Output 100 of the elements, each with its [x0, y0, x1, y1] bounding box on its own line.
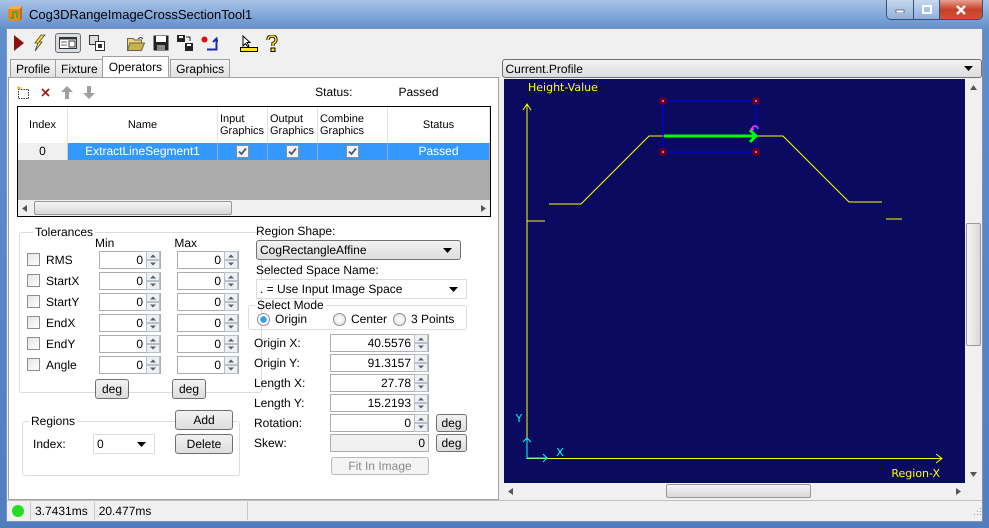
number-field[interactable]: 0	[177, 334, 239, 352]
checkbox[interactable]	[27, 337, 40, 350]
number-field[interactable]: 0	[99, 356, 161, 374]
table-row[interactable]: 0 ExtractLineSegment1 Passed	[18, 143, 490, 160]
spin-arrows-icon[interactable]	[414, 354, 428, 372]
checkbox[interactable]	[27, 295, 40, 308]
spin-arrows-icon[interactable]	[146, 334, 160, 352]
scrollbar-thumb[interactable]	[666, 484, 810, 498]
tab[interactable]: Operators	[102, 56, 170, 77]
checkbox[interactable]	[27, 274, 40, 287]
rotate-handle-icon[interactable]	[750, 125, 758, 131]
profile-display[interactable]: Height-Value Region-X X Y	[504, 79, 964, 483]
up-arrow-icon[interactable]	[970, 85, 976, 90]
spin-arrows-icon[interactable]	[414, 334, 428, 352]
number-field[interactable]: 27.78	[330, 374, 429, 392]
left-arrow-icon[interactable]	[22, 204, 27, 212]
number-field[interactable]: 15.2193	[330, 394, 429, 412]
origin-axes	[522, 437, 548, 462]
number-field[interactable]: 0	[177, 292, 239, 310]
checkbox[interactable]	[286, 145, 299, 158]
close-button[interactable]	[939, 0, 982, 19]
selection-rectangle[interactable]	[659, 98, 759, 156]
number-field[interactable]: 0	[177, 272, 239, 290]
dropdown[interactable]: . = Use Input Image Space	[256, 279, 467, 299]
number-field[interactable]: 0	[99, 272, 161, 290]
add-button[interactable]: Add	[175, 410, 233, 430]
spin-arrows-icon[interactable]	[224, 250, 238, 268]
spin-arrows-icon[interactable]	[146, 356, 160, 374]
unit-button[interactable]: deg	[95, 379, 129, 399]
minimize-button[interactable]	[887, 0, 913, 19]
scrollbar-thumb[interactable]	[966, 223, 980, 346]
index-dropdown[interactable]: 0	[93, 434, 155, 454]
field-label: Rotation:	[254, 416, 304, 430]
spin-arrows-icon[interactable]	[146, 292, 160, 310]
number-field[interactable]: 0	[99, 314, 161, 332]
field-label: Origin X:	[254, 336, 302, 350]
maximize-icon	[922, 5, 932, 14]
folder-icon[interactable]	[127, 36, 145, 50]
save-copy-icon[interactable]	[177, 35, 193, 51]
number-field[interactable]: 0	[99, 292, 161, 310]
vertical-scrollbar[interactable]	[964, 79, 982, 483]
checkbox[interactable]	[27, 358, 40, 371]
down-arrow-icon[interactable]	[970, 472, 976, 477]
number-field[interactable]: 0	[330, 414, 429, 432]
direction-arrow[interactable]	[662, 128, 758, 144]
number-field[interactable]: 0	[99, 334, 161, 352]
spin-arrows-icon[interactable]	[146, 272, 160, 290]
windows-icon[interactable]	[89, 35, 105, 51]
pointer-ruler-icon[interactable]	[240, 34, 258, 52]
spin-arrows-icon[interactable]	[224, 334, 238, 352]
spin-arrows-icon[interactable]	[224, 314, 238, 332]
lightning-icon[interactable]	[33, 34, 47, 52]
dropdown[interactable]: CogRectangleAffine	[256, 240, 461, 260]
delete-button[interactable]: Delete	[175, 434, 233, 454]
group-title: Tolerances	[34, 225, 94, 239]
left-arrow-icon[interactable]	[508, 488, 512, 494]
tab[interactable]: Graphics	[170, 59, 230, 77]
checkbox[interactable]	[346, 145, 359, 158]
import-arrow-icon[interactable]	[201, 36, 218, 50]
number-field[interactable]: 40.5576	[330, 334, 429, 352]
radio-button[interactable]	[333, 312, 346, 326]
maximize-button[interactable]	[913, 0, 939, 19]
unit-button[interactable]: deg	[172, 379, 206, 399]
save-icon[interactable]	[153, 35, 169, 51]
run-icon[interactable]	[13, 34, 25, 52]
dropdown[interactable]: Current.Profile	[502, 59, 982, 78]
radio-button[interactable]	[257, 312, 270, 326]
checkbox-label: StartY	[46, 294, 80, 308]
number-field[interactable]: 91.3157	[330, 354, 429, 372]
resize-grip-icon[interactable]	[972, 506, 982, 516]
radio-button[interactable]	[393, 312, 406, 326]
unit-button[interactable]: deg	[436, 434, 467, 452]
checkbox[interactable]	[236, 145, 249, 158]
spin-arrows-icon[interactable]	[224, 272, 238, 290]
unit-button[interactable]: deg	[436, 414, 467, 432]
spin-arrows-icon[interactable]	[414, 374, 428, 392]
column-label: Max	[174, 236, 198, 249]
tab[interactable]: Profile	[10, 59, 56, 77]
view-toggle-button[interactable]	[55, 33, 81, 53]
checkbox[interactable]	[27, 316, 40, 329]
group-title: Regions	[30, 414, 76, 428]
number-field[interactable]: 0	[99, 250, 161, 268]
right-arrow-icon[interactable]	[481, 204, 486, 212]
checkbox[interactable]	[27, 253, 40, 266]
spin-arrows-icon[interactable]	[224, 356, 238, 374]
right-arrow-icon[interactable]	[956, 488, 960, 494]
help-icon[interactable]	[266, 34, 278, 52]
spin-arrows-icon[interactable]	[146, 314, 160, 332]
new-item-icon[interactable]	[17, 86, 30, 98]
delete-icon[interactable]	[40, 86, 51, 98]
spin-arrows-icon[interactable]	[146, 250, 160, 268]
spin-arrows-icon[interactable]	[224, 292, 238, 310]
number-field[interactable]: 0	[177, 250, 239, 268]
spin-arrows-icon[interactable]	[414, 414, 428, 432]
tab[interactable]: Fixture	[55, 59, 104, 77]
number-field[interactable]: 0	[177, 356, 239, 374]
spin-arrows-icon[interactable]	[414, 394, 428, 412]
scrollbar-thumb[interactable]	[34, 201, 232, 215]
number-field[interactable]: 0	[177, 314, 239, 332]
close-icon	[955, 4, 967, 14]
